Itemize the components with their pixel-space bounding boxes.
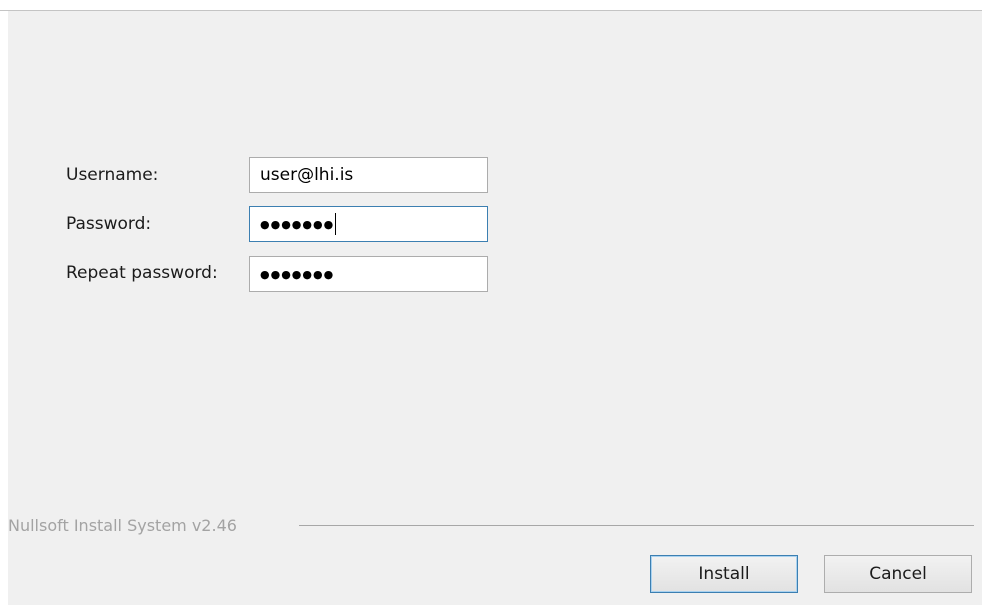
repeat-password-label: Repeat password: <box>66 263 218 283</box>
password-masked-value: ●●●●●●● <box>260 217 335 231</box>
repeat-password-masked-value: ●●●●●●● <box>260 267 335 281</box>
branding-divider <box>299 525 974 526</box>
install-button[interactable]: Install <box>650 555 798 593</box>
cancel-button[interactable]: Cancel <box>824 555 972 593</box>
password-label: Password: <box>66 214 152 234</box>
username-label: Username: <box>66 165 159 185</box>
username-value: user@lhi.is <box>260 165 354 185</box>
text-caret <box>335 213 337 235</box>
nsis-branding-text: Nullsoft Install System v2.46 <box>8 516 237 535</box>
password-field[interactable]: ●●●●●●● <box>249 206 488 242</box>
username-field[interactable]: user@lhi.is <box>249 157 488 193</box>
repeat-password-field[interactable]: ●●●●●●● <box>249 256 488 292</box>
